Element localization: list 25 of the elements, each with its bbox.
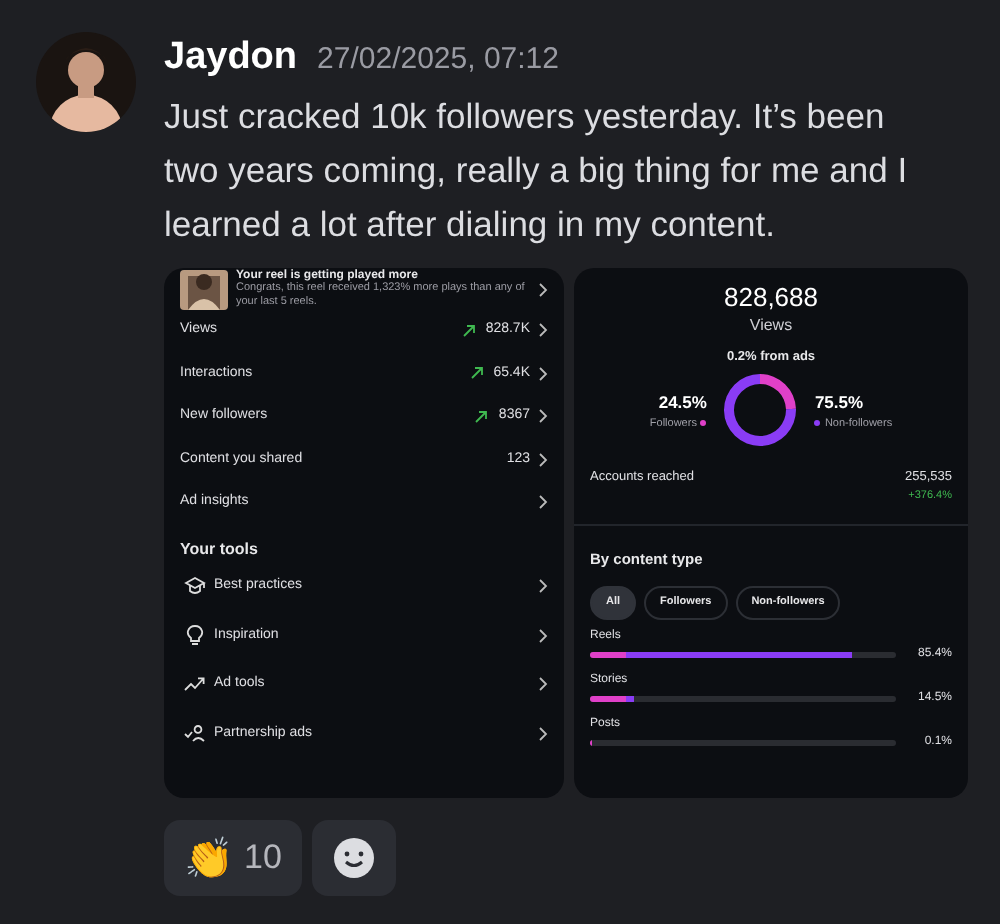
graduation-cap-icon [183, 576, 205, 597]
author-name[interactable]: Jaydon [164, 30, 298, 87]
lightbulb-icon [185, 624, 203, 647]
trend-chart-icon [183, 676, 205, 693]
views-total: 828,688 [724, 281, 818, 313]
section-heading: Your tools [180, 538, 260, 562]
views-label: Views [749, 313, 793, 337]
chevron-icon [538, 451, 548, 468]
chevron-icon [538, 676, 548, 693]
chevron-icon [538, 725, 548, 742]
chevron-icon [538, 322, 548, 339]
followers-percent: 24.5% [658, 389, 707, 415]
chevron-icon [538, 578, 548, 595]
reaction-button[interactable]: 👏 10 [164, 819, 302, 895]
person-check-icon [183, 724, 205, 743]
chevron-icon [538, 627, 548, 644]
chevron-icon [538, 365, 548, 382]
chevron-icon [538, 408, 548, 425]
timestamp: 27/02/2025, 07:12 [317, 40, 559, 80]
chevron-icon [538, 281, 548, 297]
message-text: Just cracked 10k followers yesterday. It’s been two years coming, really a big thing for me and I learned a lot after dialing in my content. [164, 93, 910, 248]
add-reaction-button[interactable] [311, 819, 396, 895]
chevron-icon [538, 494, 548, 511]
non-followers-percent: 75.5% [814, 389, 864, 415]
smiley-icon [331, 835, 376, 879]
